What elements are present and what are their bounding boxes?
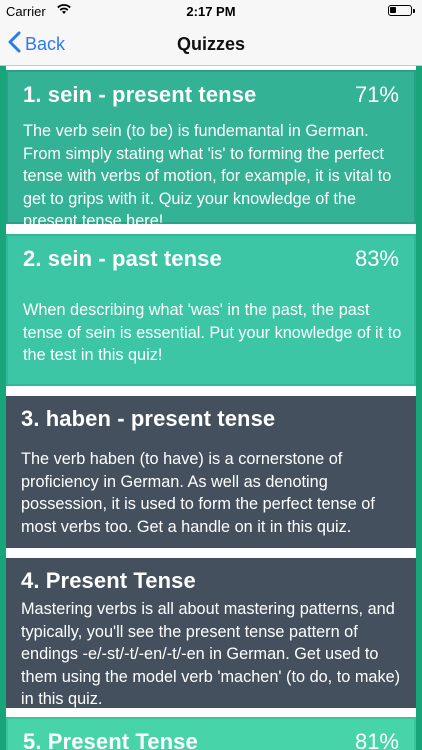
- quiz-score: 83%: [354, 246, 399, 271]
- quiz-card-present-tense[interactable]: 4. Present Tense Mastering verbs is all …: [6, 558, 416, 708]
- navigation-bar: Back Quizzes: [0, 22, 422, 66]
- quiz-card-haben-present[interactable]: 3. haben - present tense The verb haben …: [6, 396, 416, 548]
- quiz-description: The verb sein (to be) is fundemantal in …: [23, 122, 392, 230]
- quiz-title: 5. Present Tense: [23, 729, 198, 750]
- quiz-title: 2. sein - past tense: [23, 246, 222, 271]
- quiz-description: Mastering verbs is all about mastering p…: [21, 600, 401, 708]
- quiz-list[interactable]: 1. sein - present tense 71% The verb sei…: [0, 66, 422, 750]
- quiz-card-sein-past[interactable]: 2. sein - past tense 83% When describing…: [6, 234, 416, 386]
- quiz-description: When describing what 'was' in the past, …: [23, 301, 402, 364]
- status-time: 2:17 PM: [186, 4, 236, 19]
- quiz-card-present-tense-2[interactable]: 5. Present Tense 81%: [6, 717, 416, 750]
- quiz-description: The verb haben (to have) is a cornerston…: [21, 450, 375, 536]
- page-title: Quizzes: [176, 34, 246, 54]
- battery-icon: [388, 5, 415, 16]
- quiz-score: 81%: [354, 729, 399, 750]
- quiz-card-sein-present[interactable]: 1. sein - present tense 71% The verb sei…: [6, 70, 416, 230]
- status-bar: Carrier 2:17 PM: [0, 0, 422, 22]
- quiz-title: 4. Present Tense: [21, 568, 196, 593]
- quiz-title: 1. sein - present tense: [23, 82, 257, 107]
- quiz-title: 3. haben - present tense: [21, 406, 276, 431]
- quiz-score: 71%: [354, 82, 399, 107]
